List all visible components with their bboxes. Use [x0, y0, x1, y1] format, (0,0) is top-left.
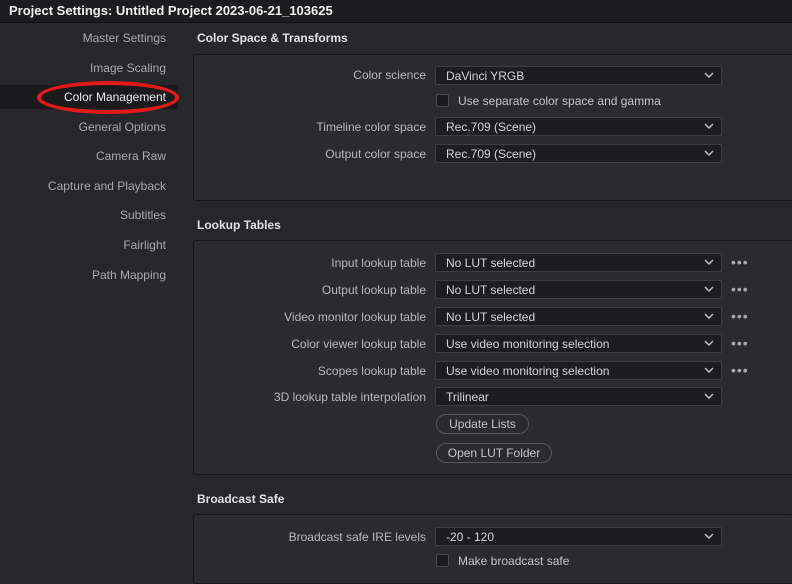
sidebar-item-fairlight[interactable]: Fairlight: [0, 233, 178, 257]
video-monitor-lut-label: Video monitor lookup table: [284, 310, 426, 324]
color-viewer-lut-dropdown[interactable]: Use video monitoring selection: [435, 334, 722, 353]
output-lut-more-icon[interactable]: •••: [731, 282, 753, 296]
scopes-lut-dropdown[interactable]: Use video monitoring selection: [435, 361, 722, 380]
color-science-dropdown[interactable]: DaVinci YRGB: [435, 66, 722, 85]
output-color-space-value: Rec.709 (Scene): [446, 147, 537, 161]
open-lut-folder-button[interactable]: Open LUT Folder: [436, 443, 552, 463]
timeline-color-space-value: Rec.709 (Scene): [446, 120, 537, 134]
chevron-down-icon: [704, 367, 714, 373]
color-viewer-lut-value: Use video monitoring selection: [446, 337, 610, 351]
interpolation-dropdown[interactable]: Trilinear: [435, 387, 722, 406]
interpolation-value: Trilinear: [446, 390, 489, 404]
sidebar-item-camera-raw[interactable]: Camera Raw: [0, 144, 178, 168]
window-title: Project Settings: Untitled Project 2023-…: [9, 3, 333, 18]
sidebar-item-master-settings[interactable]: Master Settings: [0, 26, 178, 50]
color-science-label: Color science: [353, 68, 426, 82]
timeline-color-space-dropdown[interactable]: Rec.709 (Scene): [435, 117, 722, 136]
chevron-down-icon: [704, 286, 714, 292]
chevron-down-icon: [704, 72, 714, 78]
sidebar-item-color-management[interactable]: Color Management: [0, 85, 178, 109]
input-lut-label: Input lookup table: [331, 256, 426, 270]
chevron-down-icon: [704, 533, 714, 539]
broadcast-safe-panel: [193, 514, 792, 584]
title-bar: Project Settings: Untitled Project 2023-…: [0, 0, 792, 23]
make-broadcast-safe-label: Make broadcast safe: [458, 554, 570, 568]
output-lut-label: Output lookup table: [321, 283, 426, 297]
video-monitor-lut-value: No LUT selected: [446, 310, 536, 324]
chevron-down-icon: [704, 393, 714, 399]
section-title-lookup-tables: Lookup Tables: [197, 218, 281, 232]
timeline-color-space-label: Timeline color space: [316, 120, 426, 134]
scopes-lut-more-icon[interactable]: •••: [731, 363, 753, 377]
output-lut-dropdown[interactable]: No LUT selected: [435, 280, 722, 299]
output-color-space-dropdown[interactable]: Rec.709 (Scene): [435, 144, 722, 163]
chevron-down-icon: [704, 123, 714, 129]
color-viewer-lut-more-icon[interactable]: •••: [731, 336, 753, 350]
scopes-lut-label: Scopes lookup table: [317, 364, 426, 378]
scopes-lut-value: Use video monitoring selection: [446, 364, 610, 378]
video-monitor-lut-dropdown[interactable]: No LUT selected: [435, 307, 722, 326]
broadcast-ire-value: -20 - 120: [446, 530, 495, 544]
chevron-down-icon: [704, 340, 714, 346]
separate-color-space-label: Use separate color space and gamma: [458, 94, 661, 108]
sidebar-item-capture-playback[interactable]: Capture and Playback: [0, 174, 178, 198]
input-lut-dropdown[interactable]: No LUT selected: [435, 253, 722, 272]
chevron-down-icon: [704, 150, 714, 156]
lookup-tables-panel: [193, 240, 792, 475]
input-lut-more-icon[interactable]: •••: [731, 255, 753, 269]
sidebar: Master Settings Image Scaling Color Mana…: [0, 23, 180, 575]
output-lut-value: No LUT selected: [446, 283, 536, 297]
make-broadcast-safe-checkbox[interactable]: [436, 554, 449, 567]
section-title-broadcast-safe: Broadcast Safe: [197, 492, 285, 506]
section-title-color-space: Color Space & Transforms: [197, 31, 348, 45]
broadcast-ire-dropdown[interactable]: -20 - 120: [435, 527, 722, 546]
video-monitor-lut-more-icon[interactable]: •••: [731, 309, 753, 323]
input-lut-value: No LUT selected: [446, 256, 536, 270]
interpolation-label: 3D lookup table interpolation: [273, 390, 426, 404]
sidebar-item-image-scaling[interactable]: Image Scaling: [0, 56, 178, 80]
sidebar-item-general-options[interactable]: General Options: [0, 115, 178, 139]
color-viewer-lut-label: Color viewer lookup table: [291, 337, 426, 351]
chevron-down-icon: [704, 313, 714, 319]
color-science-value: DaVinci YRGB: [446, 69, 525, 83]
sidebar-item-path-mapping[interactable]: Path Mapping: [0, 263, 178, 287]
broadcast-ire-label: Broadcast safe IRE levels: [288, 530, 426, 544]
output-color-space-label: Output color space: [325, 147, 426, 161]
chevron-down-icon: [704, 259, 714, 265]
update-lists-button[interactable]: Update Lists: [436, 414, 529, 434]
separate-color-space-checkbox[interactable]: [436, 94, 449, 107]
sidebar-item-subtitles[interactable]: Subtitles: [0, 203, 178, 227]
